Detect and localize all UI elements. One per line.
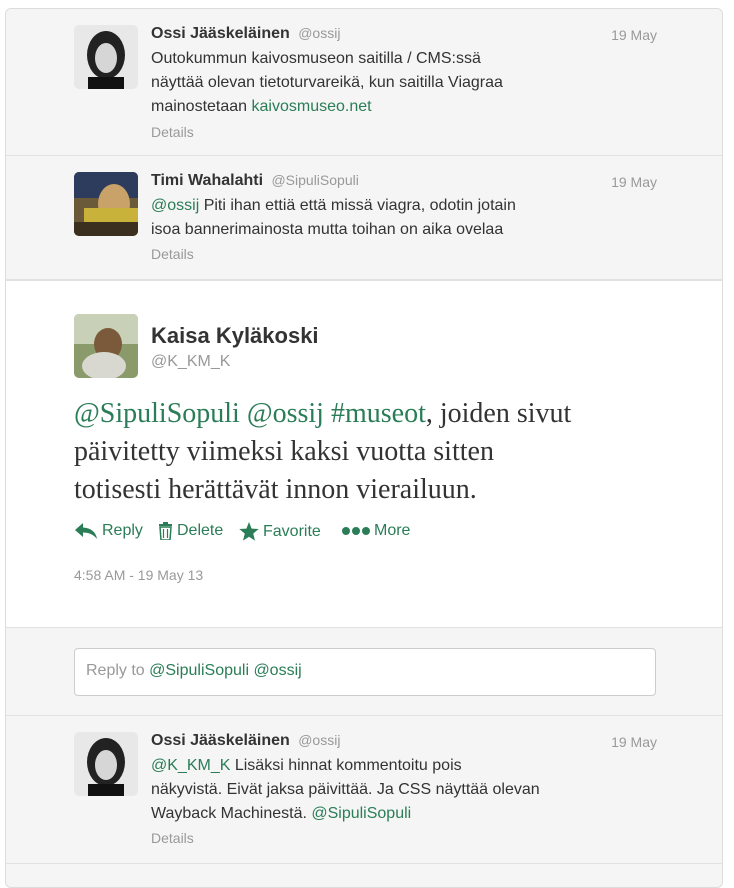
tweet-timestamp[interactable]: 19 May bbox=[611, 734, 657, 750]
mention-link[interactable]: @SipuliSopuli bbox=[311, 805, 411, 822]
tweet-text: @K_KM_K Lisäksi hinnat kommentoitu pois … bbox=[151, 757, 540, 822]
tweet-timestamp[interactable]: 19 May bbox=[611, 27, 657, 43]
avatar[interactable] bbox=[74, 732, 138, 796]
tweet-ossij-1[interactable]: Ossi Jääskeläinen @ossij 19 May Outokumm… bbox=[6, 9, 722, 156]
author-name[interactable]: Kaisa Kyläkoski bbox=[151, 323, 319, 349]
hashtag-link[interactable]: #museot bbox=[331, 398, 426, 429]
avatar[interactable] bbox=[74, 314, 138, 378]
mention-link[interactable]: @SipuliSopuli bbox=[74, 398, 240, 429]
more-button[interactable]: More bbox=[342, 522, 410, 540]
delete-button[interactable]: Delete bbox=[158, 522, 223, 540]
author-handle[interactable]: @ossij bbox=[298, 25, 340, 41]
avatar[interactable] bbox=[74, 25, 138, 89]
star-icon bbox=[239, 522, 259, 541]
details-link[interactable]: Details bbox=[151, 124, 194, 140]
reply-area: Reply to @SipuliSopuli @ossij bbox=[6, 628, 722, 716]
conversation-panel: Ossi Jääskeläinen @ossij 19 May Outokumm… bbox=[5, 8, 723, 888]
reply-input[interactable]: Reply to @SipuliSopuli @ossij bbox=[74, 648, 656, 696]
tweet-timestamp[interactable]: 19 May bbox=[611, 174, 657, 190]
author-name[interactable]: Timi Wahalahti bbox=[151, 172, 263, 189]
mention-link[interactable]: @ossij bbox=[247, 398, 324, 429]
favorite-button[interactable]: Favorite bbox=[239, 522, 321, 541]
mention-link[interactable]: @K_KM_K bbox=[151, 757, 230, 774]
avatar[interactable] bbox=[74, 172, 138, 236]
trash-icon bbox=[159, 522, 172, 540]
author-handle[interactable]: @ossij bbox=[298, 732, 340, 748]
more-dots-icon bbox=[342, 527, 370, 535]
author-name[interactable]: Ossi Jääskeläinen bbox=[151, 732, 290, 749]
tweet-text: Outokummun kaivosmuseon saitilla / CMS:s… bbox=[151, 50, 503, 115]
author-handle[interactable]: @SipuliSopuli bbox=[271, 172, 358, 188]
details-link[interactable]: Details bbox=[151, 830, 194, 846]
details-link[interactable]: Details bbox=[151, 246, 194, 262]
reply-icon bbox=[75, 523, 97, 539]
author-handle[interactable]: @K_KM_K bbox=[151, 353, 230, 371]
tweet-sipulisopuli[interactable]: Timi Wahalahti @SipuliSopuli 19 May @oss… bbox=[6, 156, 722, 280]
tweet-text: @SipuliSopuli @ossij #museot, joiden siv… bbox=[74, 398, 572, 505]
mention-link[interactable]: @ossij bbox=[151, 197, 199, 214]
author-name[interactable]: Ossi Jääskeläinen bbox=[151, 25, 290, 42]
tweet-ossij-2[interactable]: Ossi Jääskeläinen @ossij 19 May @K_KM_K … bbox=[6, 716, 722, 864]
expanded-tweet: Kaisa Kyläkoski @K_KM_K @SipuliSopuli @o… bbox=[6, 280, 722, 628]
url-link[interactable]: kaivosmuseo.net bbox=[252, 98, 372, 115]
reply-button[interactable]: Reply bbox=[74, 522, 143, 540]
tweet-timestamp[interactable]: 4:58 AM - 19 May 13 bbox=[74, 567, 203, 583]
tweet-text: @ossij Piti ihan ettiä että missä viagra… bbox=[151, 197, 516, 238]
